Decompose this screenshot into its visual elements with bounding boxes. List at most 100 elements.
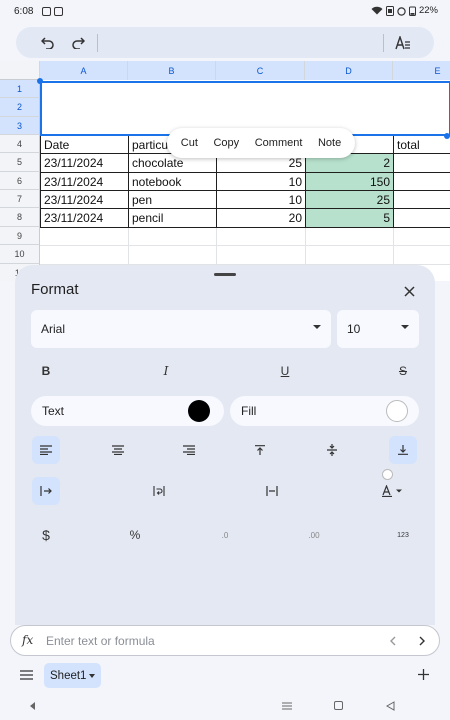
status-bar: 6:08 22%	[0, 0, 450, 24]
formula-input[interactable]	[46, 630, 376, 652]
cell-b7[interactable]: pen	[129, 191, 216, 208]
column-header-e[interactable]: E	[393, 61, 450, 80]
system-nav-bar	[0, 694, 450, 720]
text-format-button[interactable]	[391, 31, 415, 55]
chevron-left-icon[interactable]	[389, 636, 396, 646]
row-header-6[interactable]: 6	[0, 172, 40, 190]
cell-a5[interactable]: 23/11/2024	[41, 154, 128, 172]
back-small-icon[interactable]	[30, 702, 36, 710]
cell-a6[interactable]: 23/11/2024	[41, 173, 128, 190]
overflow-icon	[40, 486, 52, 496]
spreadsheet-grid[interactable]: A B C D E 1 2 3 4 5 6 7 8 9 10 11 Date p…	[0, 61, 450, 281]
select-all-corner[interactable]	[0, 61, 40, 80]
fill-color-button[interactable]: Fill	[230, 396, 419, 426]
context-menu: Cut Copy Comment Note	[167, 128, 355, 158]
row-header-9[interactable]: 9	[0, 227, 40, 245]
font-size-select[interactable]: 10	[337, 310, 419, 348]
alarm-icon	[397, 6, 406, 16]
close-button[interactable]	[399, 281, 419, 301]
percent-icon: %	[129, 528, 141, 542]
valign-bottom-button[interactable]	[389, 436, 417, 464]
row-header-5[interactable]: 5	[0, 153, 40, 172]
text-format-icon	[395, 36, 410, 50]
strikethrough-button[interactable]: S	[389, 357, 417, 385]
fill-color-label: Fill	[241, 404, 257, 418]
add-sheet-icon[interactable]	[418, 669, 429, 680]
status-right: 22%	[371, 5, 438, 16]
bold-button[interactable]: B	[32, 357, 60, 385]
align-right-icon	[183, 445, 195, 455]
cell-c8[interactable]: 20	[217, 209, 305, 227]
home-icon[interactable]	[334, 701, 343, 710]
cell-a8[interactable]: 23/11/2024	[41, 209, 128, 227]
cell-d8[interactable]: 5	[306, 209, 393, 227]
row-header-7[interactable]: 7	[0, 190, 40, 208]
text-color-button[interactable]: Text	[31, 396, 224, 426]
column-header-d[interactable]: D	[305, 61, 393, 80]
toolbar-divider	[97, 34, 98, 52]
cell-e4[interactable]: total	[394, 136, 450, 153]
selection-handle-bottom[interactable]	[444, 133, 450, 139]
column-header-a[interactable]: A	[40, 61, 128, 80]
wrap-text-button[interactable]	[145, 477, 173, 505]
row-header-2[interactable]: 2	[0, 98, 40, 117]
increase-decimal-button[interactable]: .00	[300, 521, 328, 549]
text-color-label: Text	[42, 404, 65, 418]
column-header-b[interactable]: B	[128, 61, 216, 80]
cell-c7[interactable]: 10	[217, 191, 305, 208]
cell-a4[interactable]: Date	[41, 136, 128, 153]
all-sheets-icon[interactable]	[20, 670, 33, 680]
table-border	[40, 227, 450, 228]
row-header-4[interactable]: 4	[0, 135, 40, 153]
cell-b6[interactable]: notebook	[129, 173, 216, 190]
menu-icon[interactable]	[282, 702, 292, 710]
align-left-button[interactable]	[32, 436, 60, 464]
cell-a7[interactable]: 23/11/2024	[41, 191, 128, 208]
back-icon[interactable]	[386, 701, 395, 711]
percent-format-button[interactable]: %	[121, 521, 149, 549]
row-header-8[interactable]: 8	[0, 208, 40, 227]
decrease-decimal-button[interactable]: .0	[211, 521, 239, 549]
menu-item-comment[interactable]: Comment	[255, 137, 303, 149]
cell-d7[interactable]: 25	[306, 191, 393, 208]
redo-button[interactable]	[66, 31, 90, 55]
align-right-button[interactable]	[175, 436, 203, 464]
row-header-1[interactable]: 1	[0, 80, 40, 98]
valign-top-button[interactable]	[246, 436, 274, 464]
menu-item-cut[interactable]: Cut	[181, 137, 198, 149]
sheet-tab-sheet1[interactable]: Sheet1	[44, 663, 101, 688]
battery-percent: 22%	[418, 5, 438, 16]
underline-icon: U	[280, 364, 290, 378]
valign-middle-button[interactable]	[318, 436, 346, 464]
cell-c6[interactable]: 10	[217, 173, 305, 190]
sheet-bar: Sheet1	[0, 660, 450, 694]
top-toolbar	[16, 27, 434, 58]
row-header-10[interactable]: 10	[0, 245, 40, 264]
fill-color-swatch	[386, 400, 408, 422]
chevron-right-icon[interactable]	[419, 636, 426, 646]
fx-icon: fx	[22, 633, 34, 647]
cell-b8[interactable]: pencil	[129, 209, 216, 227]
text-rotation-button[interactable]	[375, 477, 411, 505]
undo-button[interactable]	[36, 31, 60, 55]
text-rotation-icon	[382, 485, 402, 497]
menu-item-note[interactable]: Note	[318, 137, 341, 149]
format-panel: Format Arial 10 B I U S Text Fill $ % .0…	[15, 265, 435, 625]
row-header-3[interactable]: 3	[0, 117, 40, 135]
drag-handle[interactable]	[214, 273, 236, 276]
italic-button[interactable]: I	[152, 357, 180, 385]
increase-decimal-icon: .00	[308, 530, 320, 540]
clip-text-button[interactable]	[258, 477, 286, 505]
font-family-select[interactable]: Arial	[31, 310, 331, 348]
currency-format-button[interactable]: $	[32, 521, 60, 549]
number-format-button[interactable]: 123	[389, 521, 417, 549]
column-header-c[interactable]: C	[216, 61, 305, 80]
redo-icon	[72, 37, 85, 49]
cell-d6[interactable]: 150	[306, 173, 393, 190]
menu-item-copy[interactable]: Copy	[213, 137, 239, 149]
underline-button[interactable]: U	[271, 357, 299, 385]
align-center-button[interactable]	[104, 436, 132, 464]
selection-handle-top[interactable]	[37, 78, 43, 84]
wrap-overflow-button[interactable]	[32, 477, 60, 505]
column-headers: A B C D E	[0, 61, 450, 80]
